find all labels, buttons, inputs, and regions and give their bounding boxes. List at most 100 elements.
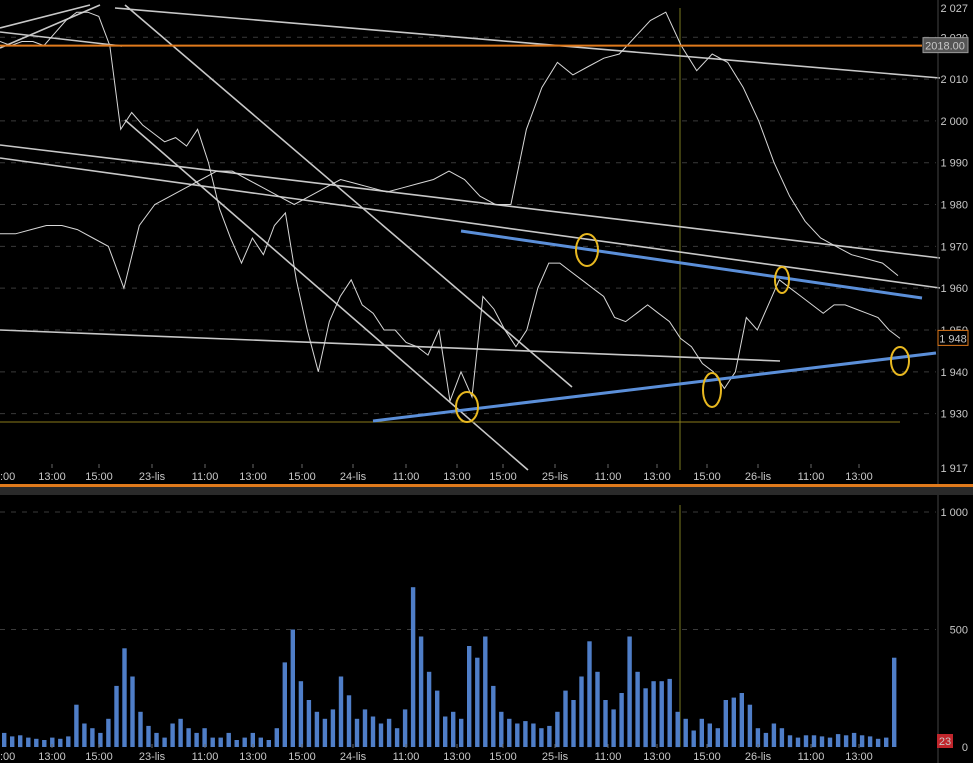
- volume-bar: [459, 718, 464, 747]
- volume-bar: [635, 671, 640, 747]
- price-tick-label: 1 960: [940, 283, 968, 295]
- volume-bar: [595, 671, 600, 747]
- volume-bar: [178, 718, 183, 747]
- time-tick-label: :00: [0, 471, 15, 483]
- volume-bar: [875, 738, 881, 747]
- volume-bar: [426, 671, 432, 747]
- volume-bar: [851, 732, 857, 747]
- time-tick-label: 15:00: [693, 471, 721, 483]
- level-label: 2018.00: [925, 41, 965, 53]
- volume-bar: [763, 732, 769, 747]
- time-tick-label: 15:00: [288, 751, 316, 763]
- volume-bar: [410, 587, 416, 747]
- volume-bar: [266, 740, 271, 747]
- volume-bar: [186, 728, 191, 747]
- time-tick-label: 11:00: [393, 751, 420, 763]
- volume-bar: [90, 728, 95, 747]
- volume-bar: [114, 685, 119, 747]
- time-tick-label: 13:00: [845, 751, 873, 763]
- price-tick-label: 1 980: [940, 200, 968, 212]
- volume-bar: [747, 704, 753, 747]
- volume-bar: [282, 662, 287, 747]
- volume-bar: [491, 685, 496, 747]
- volume-bar: [611, 709, 616, 747]
- volume-bar: [683, 718, 688, 747]
- volume-bar: [106, 718, 111, 747]
- volume-bar: [723, 700, 728, 747]
- volume-bar: [370, 716, 376, 747]
- volume-bar: [234, 740, 239, 747]
- volume-bar: [18, 735, 23, 748]
- price-tick-label: 1 940: [940, 367, 968, 379]
- volume-bar: [699, 718, 704, 747]
- trading-chart[interactable]: 2 0272 0202 0102 0001 9901 9801 9701 960…: [0, 0, 973, 763]
- last-price-label: 1 948: [939, 333, 967, 345]
- volume-bar: [170, 723, 175, 747]
- volume-bar: [771, 723, 777, 747]
- volume-bar: [507, 718, 512, 747]
- volume-bar: [483, 636, 488, 747]
- volume-last-label: 23: [939, 736, 951, 748]
- volume-bar: [274, 728, 279, 747]
- panel-separator-top: [0, 484, 973, 487]
- time-tick-label: 11:00: [192, 751, 219, 763]
- volume-bar: [2, 732, 7, 747]
- time-tick-label: 15:00: [85, 751, 113, 763]
- volume-bar: [819, 736, 825, 747]
- volume-bar: [691, 730, 696, 747]
- volume-tick-label: 500: [950, 625, 968, 637]
- volume-bar: [418, 636, 424, 747]
- volume-bar: [330, 709, 336, 747]
- volume-bar: [26, 737, 31, 747]
- time-tick-label: 11:00: [798, 471, 825, 483]
- volume-bar: [298, 681, 304, 747]
- volume-bar: [467, 646, 472, 747]
- volume-bar: [10, 736, 15, 747]
- volume-bar: [731, 697, 736, 747]
- volume-bar: [435, 690, 440, 747]
- volume-bar: [346, 695, 352, 747]
- volume-bar: [715, 728, 720, 747]
- volume-bar: [66, 736, 71, 747]
- volume-bar: [386, 718, 392, 747]
- volume-bar: [362, 709, 368, 747]
- volume-bar: [667, 678, 672, 747]
- volume-bar: [547, 725, 552, 747]
- volume-bar: [82, 723, 87, 747]
- volume-bar: [146, 725, 151, 747]
- volume-bar: [892, 657, 897, 747]
- volume-bar: [579, 676, 584, 747]
- time-tick-label: 25-lis: [542, 471, 569, 483]
- time-tick-label: 15:00: [85, 471, 113, 483]
- time-tick-label: 15:00: [489, 751, 517, 763]
- volume-bar: [859, 735, 865, 748]
- volume-bar: [884, 737, 889, 747]
- volume-bar: [803, 735, 809, 748]
- volume-bar: [322, 718, 328, 747]
- volume-bar: [210, 737, 215, 747]
- time-tick-label: 15:00: [288, 471, 316, 483]
- time-tick-label: 13:00: [38, 751, 66, 763]
- time-tick-label: 13:00: [443, 751, 471, 763]
- time-tick-label: 13:00: [239, 751, 267, 763]
- time-tick-label: 11:00: [798, 751, 825, 763]
- volume-bar: [571, 700, 576, 747]
- time-tick-label: 24-lis: [340, 471, 367, 483]
- price-tick-label: 2 027: [940, 3, 968, 15]
- time-tick-label: 25-lis: [542, 751, 569, 763]
- volume-bar: [290, 629, 295, 747]
- time-tick-label: 13:00: [38, 471, 66, 483]
- volume-bar: [226, 732, 231, 747]
- time-tick-label: 11:00: [595, 471, 622, 483]
- volume-bar: [779, 728, 785, 747]
- volume-bar: [603, 700, 608, 747]
- volume-bar: [130, 676, 135, 747]
- volume-bar: [643, 688, 648, 748]
- time-tick-label: 26-lis: [745, 751, 772, 763]
- volume-bar: [555, 711, 560, 748]
- panel-separator[interactable]: [0, 487, 973, 495]
- price-tick-label: 2 000: [940, 116, 968, 128]
- time-tick-label: 15:00: [693, 751, 721, 763]
- volume-bar: [787, 735, 793, 748]
- volume-bar: [587, 641, 592, 748]
